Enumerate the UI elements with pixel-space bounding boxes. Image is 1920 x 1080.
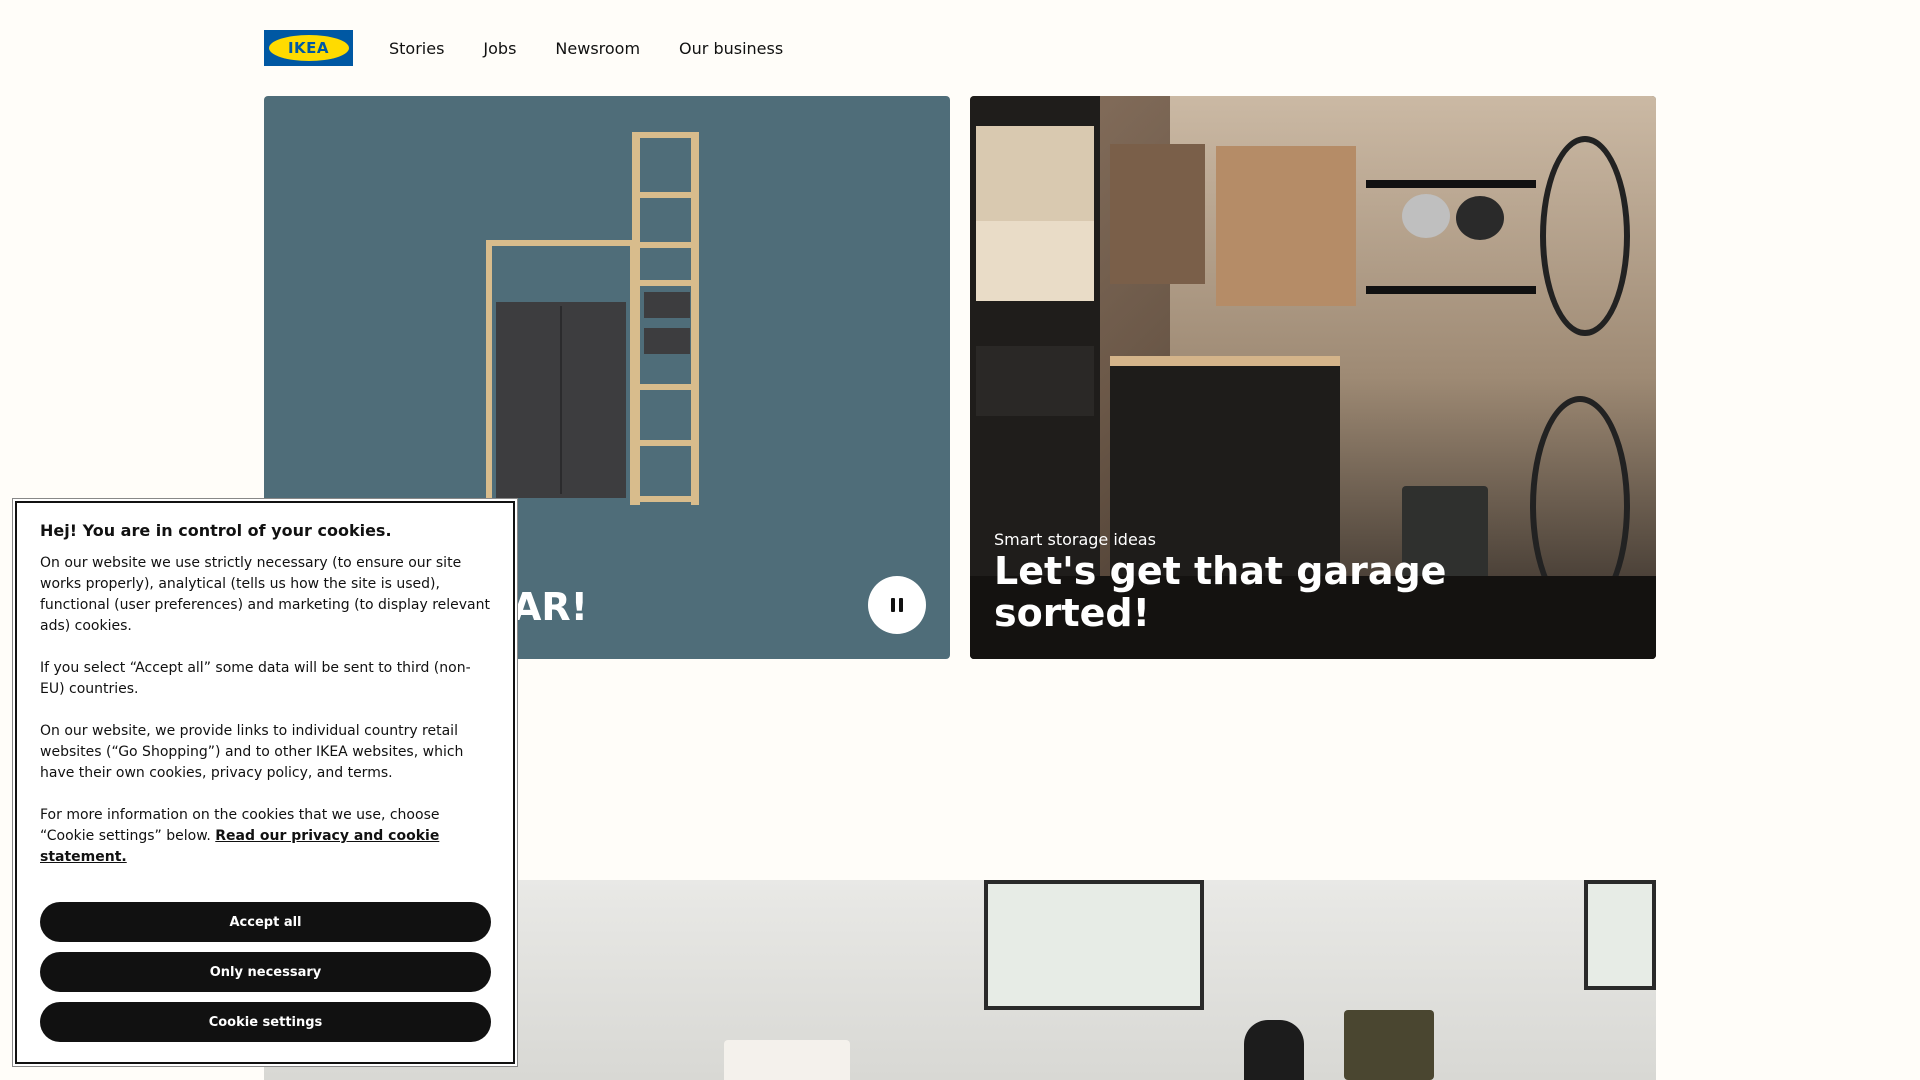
nav-jobs[interactable]: Jobs [483, 39, 516, 58]
main-nav: Stories Jobs Newsroom Our business [389, 39, 822, 58]
cookie-paragraph-4: For more information on the cookies that… [40, 805, 490, 868]
cookie-paragraph-3: On our website, we provide links to indi… [40, 723, 464, 781]
hero-tile-right[interactable]: Smart storage ideas Let's get that garag… [970, 96, 1656, 659]
ikea-logo[interactable]: IKEA [264, 30, 353, 66]
logo-oval: IKEA [268, 35, 349, 61]
site-header: IKEA Stories Jobs Newsroom Our business [264, 30, 822, 66]
nav-our-business[interactable]: Our business [679, 39, 783, 58]
hero-left-title: AR! [512, 585, 588, 629]
cookie-consent-dialog: Hej! You are in control of your cookies.… [15, 501, 515, 1064]
cookie-title: Hej! You are in control of your cookies. [40, 521, 392, 540]
cookie-buttons: Accept all Only necessary Cookie setting… [40, 902, 491, 1042]
logo-text: IKEA [287, 39, 330, 57]
pause-button[interactable] [868, 576, 926, 634]
nav-stories[interactable]: Stories [389, 39, 444, 58]
cookie-paragraph-1: On our website we use strictly necessary… [40, 555, 490, 634]
cookie-settings-button[interactable]: Cookie settings [40, 1002, 491, 1042]
hero-right-title: Let's get that garage sorted! [994, 549, 1447, 635]
cookie-paragraph-2: If you select “Accept all” some data wil… [40, 660, 471, 697]
hero-right-eyebrow: Smart storage ideas [994, 530, 1156, 549]
nav-newsroom[interactable]: Newsroom [555, 39, 640, 58]
accept-all-button[interactable]: Accept all [40, 902, 491, 942]
pause-icon [889, 598, 905, 612]
only-necessary-button[interactable]: Only necessary [40, 952, 491, 992]
